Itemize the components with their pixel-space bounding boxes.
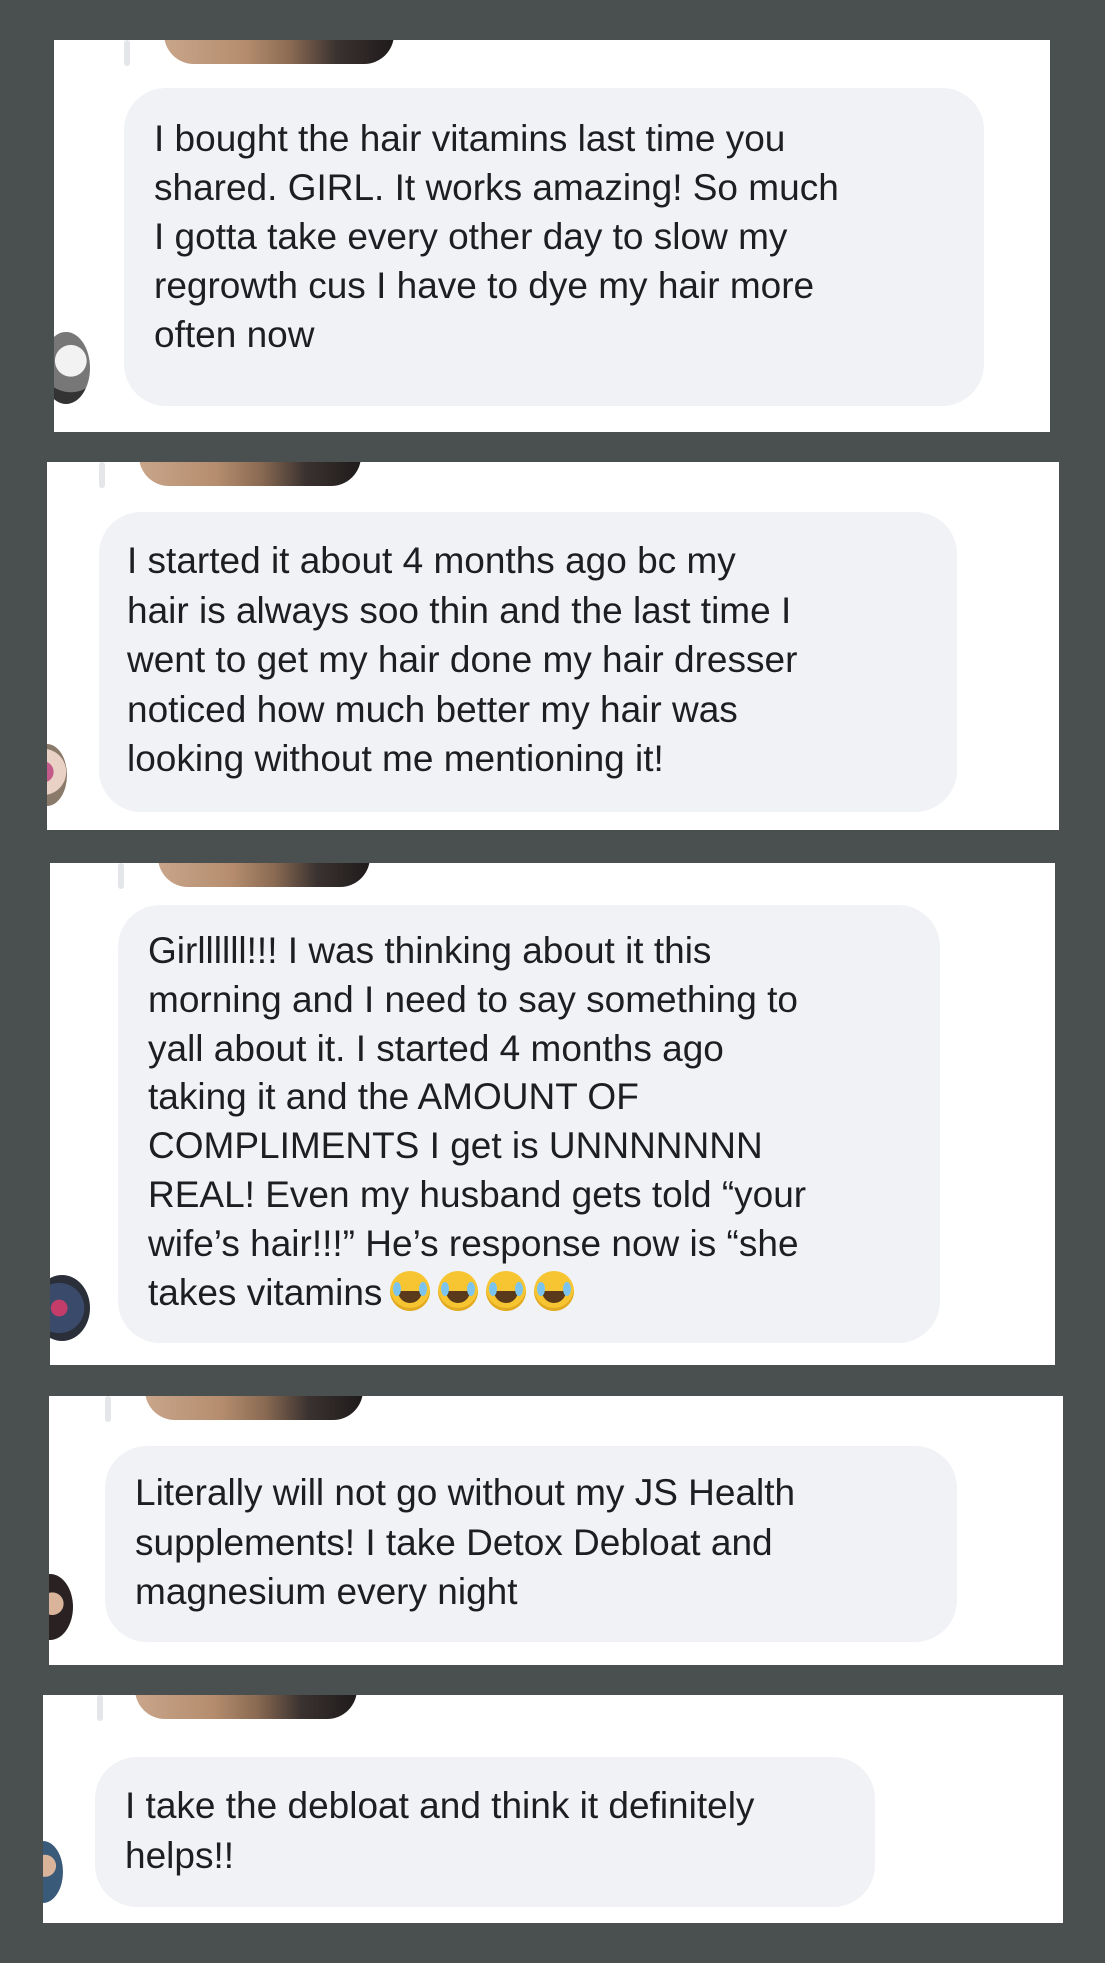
comment-bubble: I take the debloat and think it definite…: [95, 1757, 875, 1907]
comment-card: I started it about 4 months ago bc my ha…: [47, 462, 1059, 830]
comment-text: I started it about 4 months ago bc my ha…: [127, 540, 798, 779]
user-avatar-icon[interactable]: [47, 744, 67, 806]
comment-card: I bought the hair vitamins last time you…: [54, 40, 1050, 432]
tears-of-joy-emoji-icon: [534, 1270, 575, 1311]
thread-line: [99, 462, 105, 488]
comment-card: Literally will not go without my JS Heal…: [49, 1396, 1063, 1665]
tears-of-joy-emoji-icon: [486, 1270, 527, 1311]
comment-text: I take the debloat and think it definite…: [125, 1785, 755, 1876]
thread-line: [118, 863, 124, 889]
thread-line: [124, 40, 130, 66]
post-image-strip: [164, 40, 394, 64]
comment-bubble: I bought the hair vitamins last time you…: [124, 88, 984, 406]
comment-text: Girllllll!!! I was thinking about it thi…: [148, 927, 910, 1317]
user-avatar-icon[interactable]: [49, 1574, 73, 1640]
user-avatar-icon[interactable]: [43, 1841, 63, 1903]
tears-of-joy-emoji-icon: [438, 1270, 479, 1311]
comment-bubble: Girllllll!!! I was thinking about it thi…: [118, 905, 940, 1343]
comment-text: I bought the hair vitamins last time you…: [154, 118, 839, 355]
thread-line: [105, 1396, 111, 1422]
post-image-strip: [145, 1396, 363, 1420]
comment-bubble: Literally will not go without my JS Heal…: [105, 1446, 957, 1642]
post-image-strip: [135, 1695, 357, 1719]
user-avatar-icon[interactable]: [50, 1275, 90, 1341]
comment-card: I take the debloat and think it definite…: [43, 1695, 1063, 1923]
comment-card: Girllllll!!! I was thinking about it thi…: [50, 863, 1055, 1365]
tears-of-joy-emoji-icon: [390, 1270, 431, 1311]
post-image-strip: [139, 462, 361, 486]
dog-avatar-icon[interactable]: [54, 332, 90, 404]
comment-text-body: Girllllll!!! I was thinking about it thi…: [148, 930, 807, 1313]
post-image-strip: [158, 863, 370, 887]
comment-bubble: I started it about 4 months ago bc my ha…: [99, 512, 957, 812]
comment-text: Literally will not go without my JS Heal…: [135, 1472, 796, 1612]
thread-line: [97, 1695, 103, 1721]
